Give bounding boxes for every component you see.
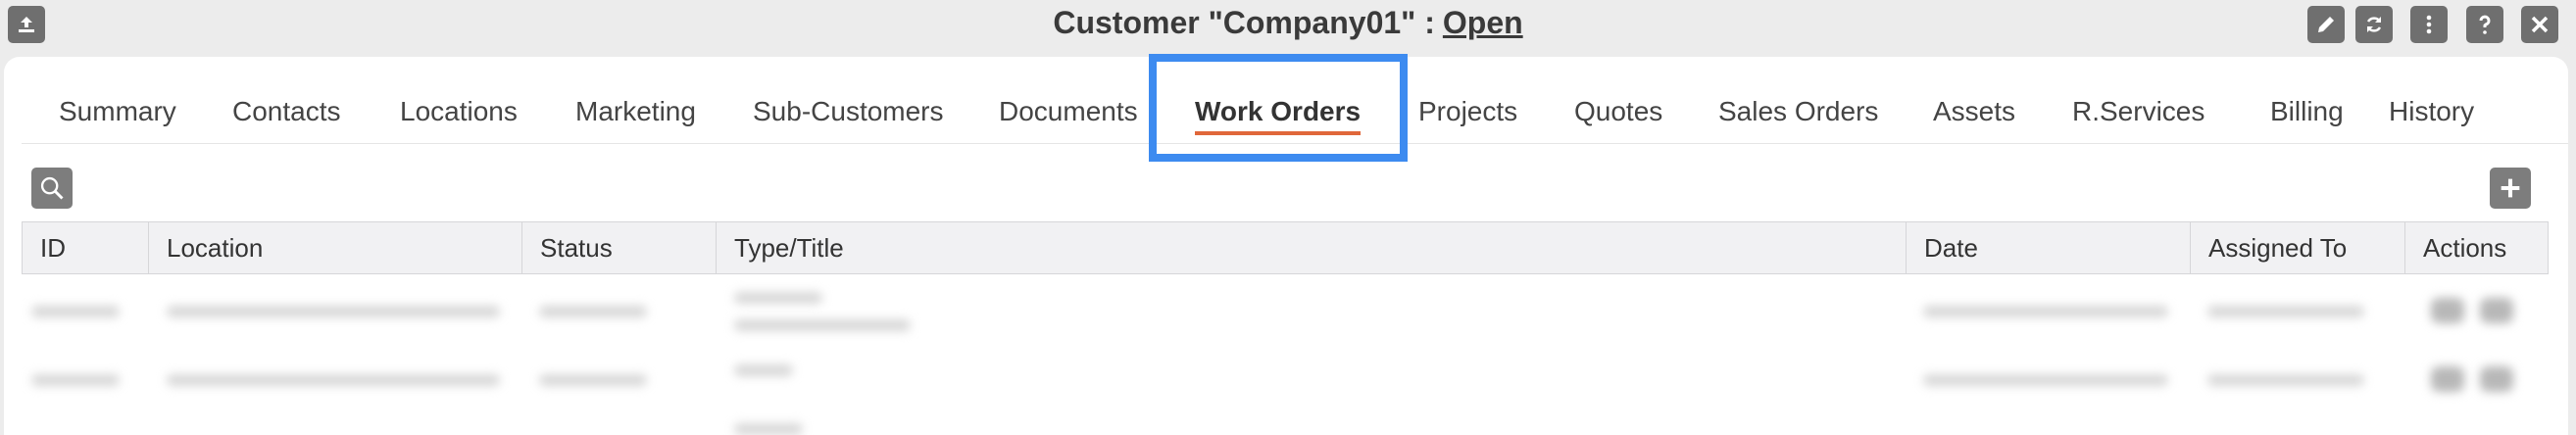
blurred-cell — [539, 306, 647, 317]
tab-label: Marketing — [575, 96, 696, 126]
blurred-action-icon[interactable] — [2431, 298, 2464, 323]
column-header-type-title[interactable]: Type/Title — [716, 222, 1906, 273]
tab-label: Sales Orders — [1718, 96, 1879, 126]
column-header-location[interactable]: Location — [148, 222, 521, 273]
tab-label: Summary — [59, 96, 176, 126]
tab-assets[interactable]: Assets — [1933, 57, 2015, 143]
dots-glyph — [2426, 15, 2432, 34]
tab-sales-orders[interactable]: Sales Orders — [1718, 57, 1878, 143]
tab-sub-customers[interactable]: Sub-Customers — [753, 57, 944, 143]
blurred-cell — [31, 306, 120, 317]
help-icon[interactable] — [2466, 6, 2503, 43]
blurred-cell — [539, 374, 647, 386]
column-header-date[interactable]: Date — [1906, 222, 2190, 273]
tab-r-services[interactable]: R.Services — [2072, 57, 2204, 143]
blurred-cell — [167, 374, 500, 386]
tab-label: Contacts — [232, 96, 341, 126]
plus-icon — [2501, 178, 2520, 198]
tab-quotes[interactable]: Quotes — [1574, 57, 1662, 143]
table-body-blurred — [22, 276, 2549, 435]
highlight-box — [1149, 54, 1408, 162]
status-link[interactable]: Open — [1443, 5, 1523, 40]
blurred-action-icon[interactable] — [2480, 366, 2513, 392]
tab-locations[interactable]: Locations — [400, 57, 518, 143]
tab-label: Sub-Customers — [753, 96, 944, 126]
blurred-cell — [1923, 374, 2168, 386]
column-header-status[interactable]: Status — [521, 222, 716, 273]
blurred-cell — [2207, 306, 2364, 317]
tab-label: R.Services — [2072, 96, 2205, 126]
blurred-cell — [167, 306, 500, 317]
column-header-actions[interactable]: Actions — [2404, 222, 2548, 273]
tab-label: Billing — [2270, 96, 2344, 126]
tab-documents[interactable]: Documents — [999, 57, 1138, 143]
tab-billing[interactable]: Billing — [2270, 57, 2344, 143]
blurred-cell — [734, 423, 803, 435]
x-glyph — [2531, 16, 2549, 33]
search-button[interactable] — [31, 168, 73, 209]
window-title: Customer "Company01" : Open — [0, 5, 2576, 41]
blurred-action-icon[interactable] — [2431, 366, 2464, 392]
refresh-icon[interactable] — [2355, 6, 2393, 43]
tab-label: Documents — [999, 96, 1138, 126]
tab-projects[interactable]: Projects — [1418, 57, 1517, 143]
tab-label: Quotes — [1574, 96, 1663, 126]
tab-label: Projects — [1418, 96, 1518, 126]
blurred-cell — [734, 292, 822, 304]
tab-summary[interactable]: Summary — [59, 57, 176, 143]
more-vertical-icon[interactable] — [2410, 6, 2448, 43]
blurred-cell — [734, 319, 911, 331]
blurred-cell — [31, 374, 120, 386]
tab-history[interactable]: History — [2389, 57, 2474, 143]
column-header-assigned-to[interactable]: Assigned To — [2190, 222, 2404, 273]
close-icon[interactable] — [2521, 6, 2558, 43]
tab-label: Assets — [1933, 96, 2016, 126]
table-header: ID Location Status Type/Title Date Assig… — [22, 221, 2549, 274]
pencil-glyph — [2318, 17, 2334, 32]
title-bar: Customer "Company01" : Open — [0, 0, 2576, 49]
edit-icon[interactable] — [2307, 6, 2345, 43]
question-glyph — [2479, 15, 2491, 34]
search-icon — [40, 176, 64, 200]
refresh-glyph — [2366, 17, 2382, 32]
blurred-cell — [734, 364, 793, 376]
add-button[interactable] — [2490, 168, 2531, 209]
tab-label: History — [2389, 96, 2475, 126]
column-header-id[interactable]: ID — [23, 222, 148, 273]
tab-contacts[interactable]: Contacts — [232, 57, 341, 143]
customer-title: Customer "Company01" : — [1053, 5, 1435, 40]
blurred-cell — [1923, 306, 2168, 317]
tab-label: Locations — [400, 96, 518, 126]
blurred-cell — [2207, 374, 2364, 386]
tab-marketing[interactable]: Marketing — [575, 57, 696, 143]
blurred-action-icon[interactable] — [2480, 298, 2513, 323]
